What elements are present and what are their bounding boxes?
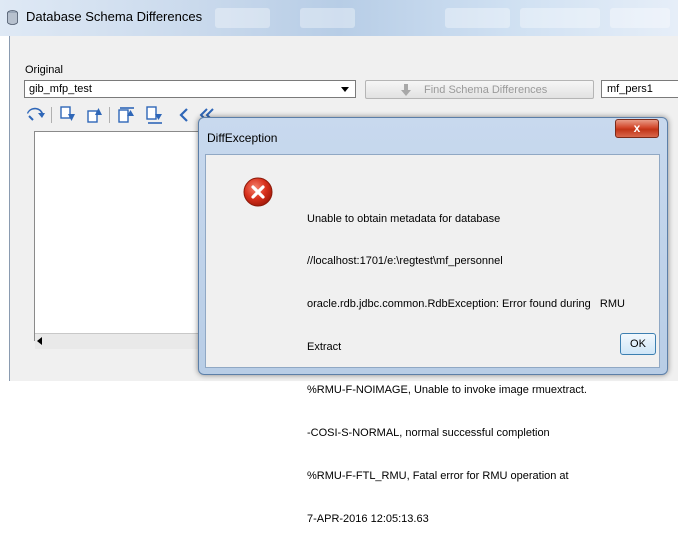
original-label: Original [25, 64, 63, 76]
toolbar-separator [109, 107, 110, 123]
message-line: -COSI-S-NORMAL, normal successful comple… [307, 427, 550, 440]
error-icon [243, 177, 273, 207]
find-schema-differences-button[interactable]: Find Schema Differences [365, 80, 594, 99]
ok-button[interactable]: OK [620, 333, 656, 355]
message-line: Extract [307, 341, 342, 354]
window-title: Database Schema Differences [26, 9, 203, 24]
original-database-value: gib_mfp_test [29, 83, 92, 95]
message-line: %RMU-F-FTL_RMU, Fatal error for RMU oper… [307, 469, 569, 482]
copy-all-up-icon[interactable] [116, 104, 138, 126]
background-blur [610, 8, 670, 28]
original-database-select[interactable]: gib_mfp_test [24, 80, 356, 98]
message-line: //localhost:1701/e:\regtest\mf_personnel [307, 255, 503, 268]
background-blur [520, 8, 600, 28]
dialog-body: Unable to obtain metadata for database /… [205, 154, 660, 525]
copy-down-icon[interactable] [57, 104, 79, 126]
dialog-title: DiffException [207, 131, 278, 145]
message-line: Unable to obtain metadata for database [307, 212, 501, 225]
close-button[interactable]: x [615, 119, 659, 138]
message-line: oracle.rdb.jdbc.common.RdbException: Err… [307, 298, 625, 311]
toolbar-separator [51, 107, 52, 123]
scroll-left-icon[interactable] [37, 337, 42, 345]
background-blur [445, 8, 510, 28]
window-titlebar[interactable]: Database Schema Differences [0, 0, 678, 36]
error-message: Unable to obtain metadata for database /… [307, 183, 647, 555]
database-icon [7, 10, 18, 25]
copy-all-down-icon[interactable] [144, 104, 166, 126]
horizontal-scrollbar[interactable] [35, 333, 198, 349]
target-database-select[interactable]: mf_pers1 [601, 80, 678, 98]
original-schema-tree[interactable] [34, 131, 199, 341]
diff-exception-dialog: DiffException x Unable to obtain metadat… [198, 117, 668, 525]
prev-icon[interactable] [174, 104, 196, 126]
copy-up-icon[interactable] [84, 104, 106, 126]
chevron-down-icon[interactable] [341, 87, 349, 92]
down-arrow-icon [401, 84, 411, 96]
target-database-value: mf_pers1 [607, 83, 653, 95]
background-blur [215, 8, 270, 28]
find-button-label: Find Schema Differences [424, 84, 548, 96]
message-line: %RMU-F-NOIMAGE, Unable to invoke image r… [307, 384, 587, 397]
background-blur [300, 8, 355, 28]
message-line: 7-APR-2016 12:05:13.63 [307, 512, 429, 525]
undo-icon[interactable] [24, 104, 46, 126]
